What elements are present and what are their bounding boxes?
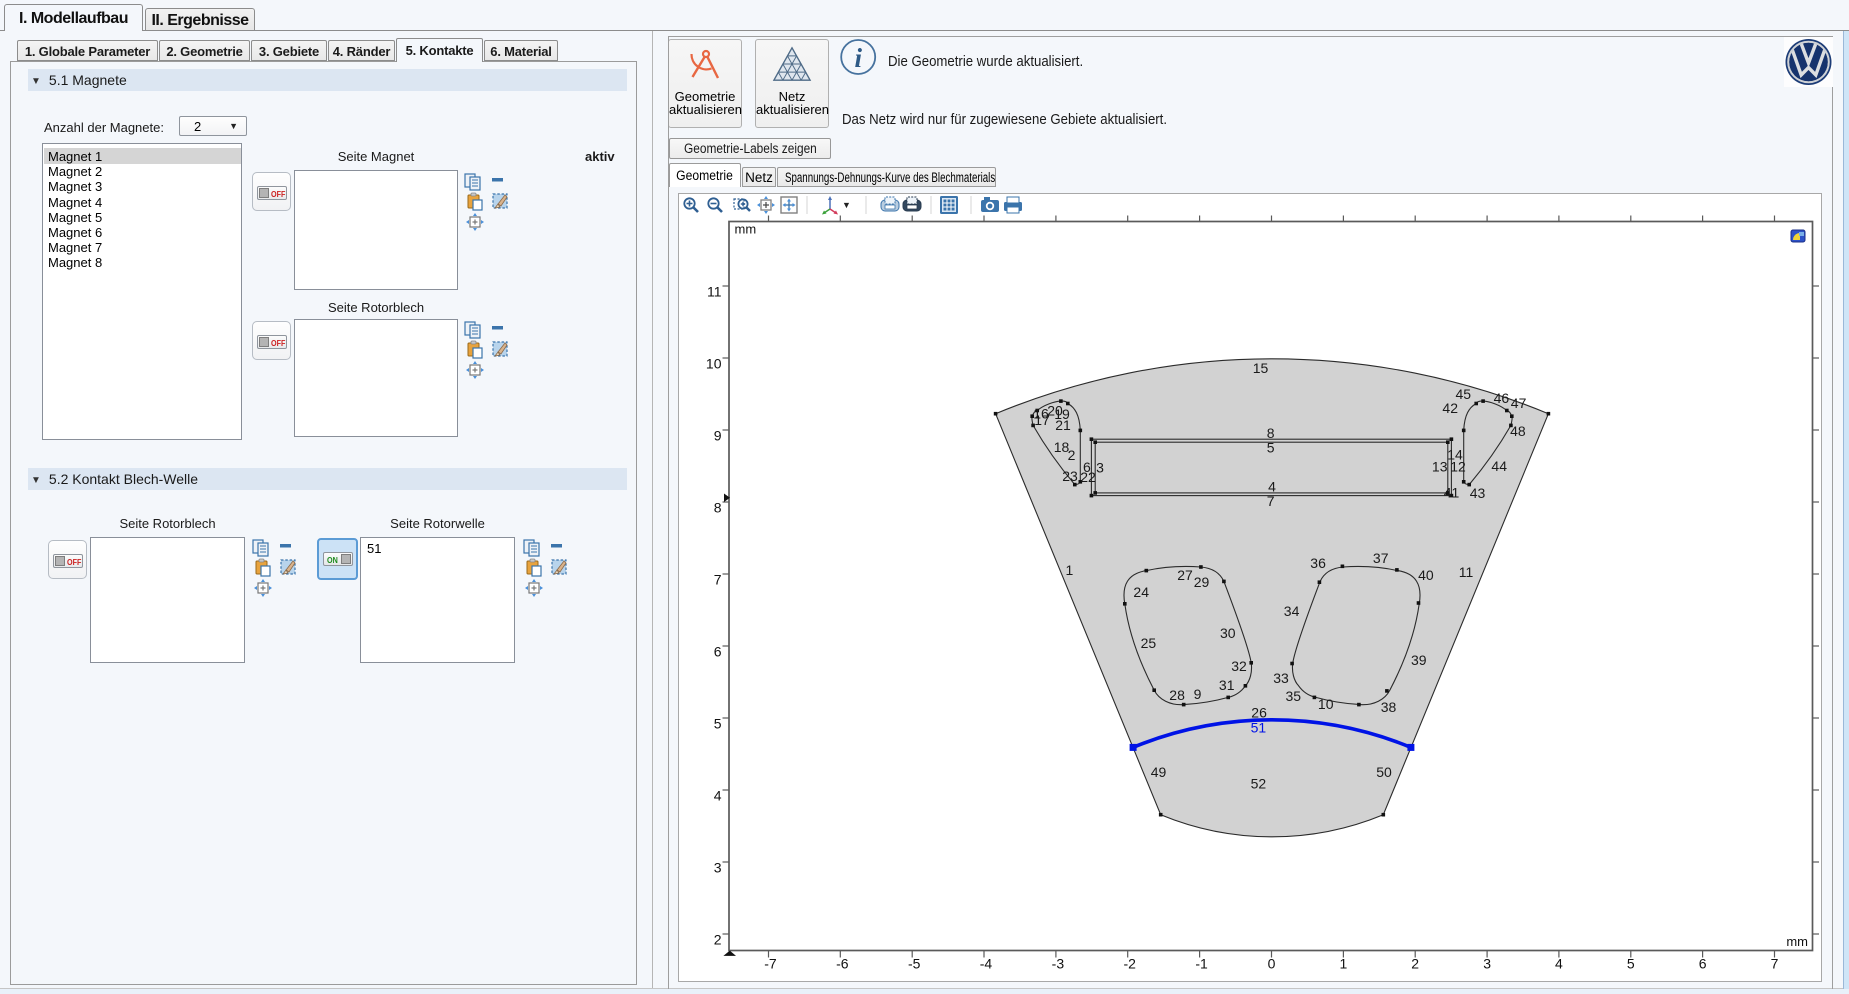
svg-text:32: 32 bbox=[1231, 658, 1247, 674]
svg-text:51: 51 bbox=[1251, 720, 1267, 736]
svg-text:6: 6 bbox=[714, 644, 722, 660]
svg-text:29: 29 bbox=[1194, 574, 1210, 590]
svg-text:5: 5 bbox=[1267, 440, 1275, 456]
svg-text:2: 2 bbox=[1068, 447, 1076, 463]
svg-text:-3: -3 bbox=[1052, 956, 1065, 972]
svg-text:mm: mm bbox=[1786, 934, 1808, 949]
svg-text:15: 15 bbox=[1253, 360, 1269, 376]
svg-text:49: 49 bbox=[1151, 764, 1167, 780]
svg-text:-4: -4 bbox=[980, 956, 993, 972]
svg-text:43: 43 bbox=[1470, 485, 1486, 501]
svg-text:50: 50 bbox=[1376, 764, 1392, 780]
svg-text:39: 39 bbox=[1411, 652, 1427, 668]
svg-text:30: 30 bbox=[1220, 625, 1236, 641]
svg-text:8: 8 bbox=[714, 500, 722, 516]
svg-text:10: 10 bbox=[1318, 696, 1334, 712]
svg-text:21: 21 bbox=[1055, 417, 1071, 433]
svg-text:37: 37 bbox=[1373, 550, 1389, 566]
svg-text:40: 40 bbox=[1418, 567, 1434, 583]
svg-text:4: 4 bbox=[1555, 956, 1563, 972]
svg-text:9: 9 bbox=[1194, 686, 1202, 702]
svg-text:-7: -7 bbox=[764, 956, 777, 972]
svg-text:3: 3 bbox=[1483, 956, 1491, 972]
svg-text:26: 26 bbox=[1251, 705, 1267, 721]
svg-text:46: 46 bbox=[1494, 390, 1510, 406]
svg-text:1: 1 bbox=[1066, 562, 1074, 578]
svg-text:2: 2 bbox=[714, 932, 722, 948]
svg-text:33: 33 bbox=[1273, 670, 1289, 686]
svg-text:4: 4 bbox=[1268, 478, 1276, 494]
svg-text:3: 3 bbox=[1096, 460, 1104, 476]
svg-text:-2: -2 bbox=[1123, 956, 1136, 972]
svg-text:-5: -5 bbox=[908, 956, 921, 972]
svg-text:31: 31 bbox=[1219, 677, 1235, 693]
svg-text:52: 52 bbox=[1251, 776, 1267, 792]
svg-text:47: 47 bbox=[1511, 395, 1527, 411]
svg-text:6: 6 bbox=[1083, 459, 1091, 475]
svg-text:7: 7 bbox=[1771, 956, 1779, 972]
svg-text:1: 1 bbox=[1340, 956, 1348, 972]
svg-text:12: 12 bbox=[1450, 458, 1466, 474]
svg-text:42: 42 bbox=[1442, 400, 1458, 416]
svg-text:7: 7 bbox=[714, 572, 722, 588]
svg-text:38: 38 bbox=[1381, 699, 1397, 715]
svg-text:35: 35 bbox=[1286, 688, 1302, 704]
svg-text:41: 41 bbox=[1444, 485, 1460, 501]
svg-text:11: 11 bbox=[1459, 564, 1474, 580]
svg-text:24: 24 bbox=[1133, 584, 1149, 600]
svg-text:-1: -1 bbox=[1195, 956, 1208, 972]
svg-text:5: 5 bbox=[714, 716, 722, 732]
svg-text:44: 44 bbox=[1491, 458, 1507, 474]
svg-text:4: 4 bbox=[714, 788, 722, 804]
svg-text:mm: mm bbox=[735, 222, 757, 237]
svg-text:6: 6 bbox=[1699, 956, 1707, 972]
svg-text:11: 11 bbox=[707, 284, 722, 300]
svg-text:23: 23 bbox=[1062, 468, 1078, 484]
svg-text:28: 28 bbox=[1169, 687, 1185, 703]
svg-text:13: 13 bbox=[1432, 458, 1448, 474]
svg-text:17: 17 bbox=[1034, 412, 1050, 428]
svg-text:34: 34 bbox=[1284, 603, 1300, 619]
svg-text:27: 27 bbox=[1177, 567, 1193, 583]
svg-text:5: 5 bbox=[1627, 956, 1635, 972]
svg-text:10: 10 bbox=[706, 356, 722, 372]
svg-text:9: 9 bbox=[714, 428, 722, 444]
svg-text:3: 3 bbox=[714, 860, 722, 876]
svg-text:-6: -6 bbox=[836, 956, 849, 972]
svg-text:8: 8 bbox=[1267, 425, 1275, 441]
svg-text:0: 0 bbox=[1268, 956, 1276, 972]
svg-text:48: 48 bbox=[1510, 423, 1526, 439]
svg-text:7: 7 bbox=[1267, 493, 1275, 509]
svg-text:25: 25 bbox=[1141, 635, 1157, 651]
svg-text:36: 36 bbox=[1310, 555, 1326, 571]
svg-text:2: 2 bbox=[1411, 956, 1419, 972]
